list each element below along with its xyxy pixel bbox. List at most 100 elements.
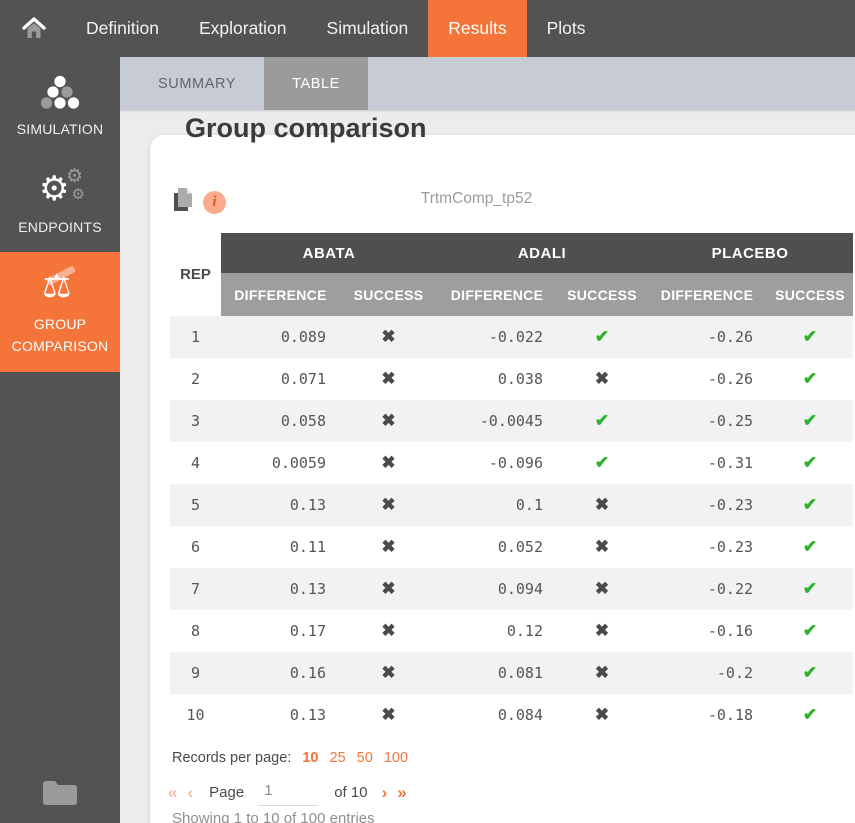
nav-item-definition[interactable]: Definition: [66, 0, 179, 57]
next-page-button[interactable]: ›: [382, 783, 388, 803]
sidebar-item-label: SIMULATION: [17, 119, 104, 141]
table-row: 9 0.16 ✖ 0.081 ✖ -0.2 ✔: [170, 652, 853, 694]
rep-cell: 5: [170, 484, 221, 526]
placebo-difference-cell: -0.18: [647, 694, 767, 736]
home-button[interactable]: [0, 0, 66, 57]
adali-success-mark: ✖: [557, 610, 647, 652]
abata-difference-cell: 0.089: [221, 316, 340, 358]
placebo-difference-cell: -0.16: [647, 610, 767, 652]
page-number-input[interactable]: [258, 779, 318, 806]
table-title: TrtmComp_tp52: [170, 190, 783, 208]
placebo-difference-cell: -0.22: [647, 568, 767, 610]
group-header-row: REP ABATA ADALI PLACEBO: [170, 233, 853, 273]
adali-difference-cell: -0.0045: [437, 400, 557, 442]
adali-success-mark: ✔: [557, 316, 647, 358]
placebo-success-mark: ✔: [767, 316, 853, 358]
sidebar: SIMULATION ⚙ ⚙ ⚙ ENDPOINTS ⚖ GROUP COMPA…: [0, 57, 120, 823]
sidebar-item-group-comparison[interactable]: ⚖ GROUP COMPARISON: [0, 252, 120, 371]
cluster-icon: [40, 73, 80, 113]
rep-cell: 8: [170, 610, 221, 652]
last-page-button[interactable]: »: [397, 783, 406, 803]
first-page-button[interactable]: «: [168, 783, 177, 803]
abata-difference-cell: 0.17: [221, 610, 340, 652]
sidebar-item-endpoints[interactable]: ⚙ ⚙ ⚙ ENDPOINTS: [0, 155, 120, 253]
abata-success-mark: ✖: [340, 652, 437, 694]
abata-difference-cell: 0.13: [221, 694, 340, 736]
placebo-success-mark: ✔: [767, 358, 853, 400]
nav-item-results[interactable]: Results: [428, 0, 526, 57]
column-header-difference: DIFFERENCE: [221, 273, 340, 316]
table-row: 4 0.0059 ✖ -0.096 ✔ -0.31 ✔: [170, 442, 853, 484]
placebo-difference-cell: -0.25: [647, 400, 767, 442]
nav-item-plots[interactable]: Plots: [527, 0, 606, 57]
top-navbar: Definition Exploration Simulation Result…: [0, 0, 855, 57]
scales-icon: ⚖: [38, 268, 82, 308]
pager: « ‹ Page of 10 › »: [168, 779, 417, 806]
abata-difference-cell: 0.0059: [221, 442, 340, 484]
placebo-difference-cell: -0.2: [647, 652, 767, 694]
placebo-success-mark: ✔: [767, 526, 853, 568]
records-per-page-label: Records per page:: [172, 750, 291, 766]
sub-header-row: DIFFERENCE SUCCESS DIFFERENCE SUCCESS DI…: [170, 273, 853, 316]
column-header-difference: DIFFERENCE: [437, 273, 557, 316]
abata-success-mark: ✖: [340, 400, 437, 442]
prev-page-button[interactable]: ‹: [187, 783, 193, 803]
rep-cell: 10: [170, 694, 221, 736]
abata-success-mark: ✖: [340, 526, 437, 568]
group-header-adali: ADALI: [437, 233, 647, 273]
abata-success-mark: ✖: [340, 484, 437, 526]
placebo-difference-cell: -0.23: [647, 484, 767, 526]
abata-success-mark: ✖: [340, 358, 437, 400]
adali-difference-cell: 0.094: [437, 568, 557, 610]
rep-cell: 6: [170, 526, 221, 568]
adali-difference-cell: 0.1: [437, 484, 557, 526]
column-header-success: SUCCESS: [340, 273, 437, 316]
rep-cell: 3: [170, 400, 221, 442]
table-row: 1 0.089 ✖ -0.022 ✔ -0.26 ✔: [170, 316, 853, 358]
adali-difference-cell: 0.12: [437, 610, 557, 652]
placebo-success-mark: ✔: [767, 484, 853, 526]
adali-difference-cell: -0.096: [437, 442, 557, 484]
adali-success-mark: ✖: [557, 568, 647, 610]
abata-difference-cell: 0.13: [221, 568, 340, 610]
column-header-rep: REP: [170, 233, 221, 316]
adali-success-mark: ✖: [557, 484, 647, 526]
abata-success-mark: ✖: [340, 442, 437, 484]
records-option-100[interactable]: 100: [384, 750, 408, 766]
gears-icon: ⚙ ⚙ ⚙: [37, 171, 83, 211]
records-per-page: Records per page: 10 25 50 100: [172, 750, 408, 766]
page-title: Group comparison: [185, 113, 427, 144]
tab-summary[interactable]: SUMMARY: [130, 57, 264, 110]
group-comparison-table: REP ABATA ADALI PLACEBO DIFFERENCE SUCCE…: [170, 233, 853, 736]
placebo-success-mark: ✔: [767, 652, 853, 694]
adali-success-mark: ✖: [557, 526, 647, 568]
placebo-difference-cell: -0.31: [647, 442, 767, 484]
records-option-10[interactable]: 10: [302, 750, 318, 766]
table-meta-row: i TrtmComp_tp52: [170, 186, 855, 218]
records-option-25[interactable]: 25: [330, 750, 346, 766]
abata-success-mark: ✖: [340, 316, 437, 358]
page-count-label: of 10: [334, 784, 367, 801]
placebo-difference-cell: -0.26: [647, 316, 767, 358]
nav-item-simulation[interactable]: Simulation: [307, 0, 429, 57]
table-row: 8 0.17 ✖ 0.12 ✖ -0.16 ✔: [170, 610, 853, 652]
sidebar-item-simulation[interactable]: SIMULATION: [0, 57, 120, 155]
placebo-success-mark: ✔: [767, 610, 853, 652]
main-content: Group comparison i TrtmComp_tp52: [120, 110, 855, 823]
group-header-placebo: PLACEBO: [647, 233, 853, 273]
placebo-difference-cell: -0.23: [647, 526, 767, 568]
sidebar-item-label: GROUP COMPARISON: [4, 314, 116, 357]
adali-success-mark: ✖: [557, 652, 647, 694]
group-header-abata: ABATA: [221, 233, 437, 273]
adali-success-mark: ✖: [557, 694, 647, 736]
nav-item-exploration[interactable]: Exploration: [179, 0, 307, 57]
project-folder-button[interactable]: [41, 779, 79, 812]
sidebar-item-label: ENDPOINTS: [18, 217, 101, 239]
records-option-50[interactable]: 50: [357, 750, 373, 766]
table-row: 7 0.13 ✖ 0.094 ✖ -0.22 ✔: [170, 568, 853, 610]
placebo-success-mark: ✔: [767, 442, 853, 484]
abata-success-mark: ✖: [340, 694, 437, 736]
table-row: 3 0.058 ✖ -0.0045 ✔ -0.25 ✔: [170, 400, 853, 442]
tab-table[interactable]: TABLE: [264, 57, 368, 110]
app-window: Definition Exploration Simulation Result…: [0, 0, 855, 823]
